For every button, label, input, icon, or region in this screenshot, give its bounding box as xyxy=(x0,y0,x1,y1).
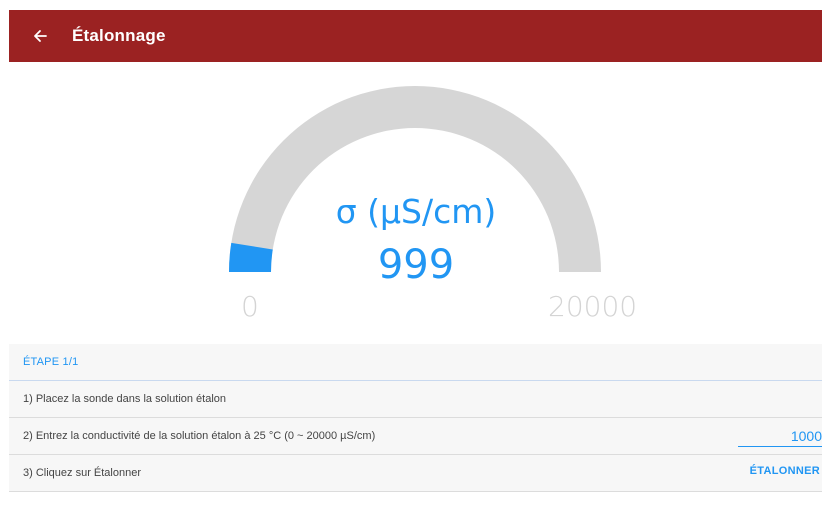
gauge-unit-label: σ (µS/cm) xyxy=(335,192,497,231)
step-row-2: 2) Entrez la conductivité de la solution… xyxy=(9,418,822,455)
step-row-3: 3) Cliquez sur Étalonner ÉTALONNER xyxy=(9,455,822,492)
app-bar: Étalonnage xyxy=(9,10,822,62)
conductivity-gauge: σ (µS/cm) 999 0 20000 xyxy=(0,62,822,342)
step-2-text: 2) Entrez la conductivité de la solution… xyxy=(23,430,376,442)
gauge-value: 999 xyxy=(377,242,455,288)
arrow-left-icon xyxy=(34,30,47,42)
step-header: ÉTAPE 1/1 xyxy=(9,344,822,381)
conductivity-input[interactable] xyxy=(738,426,822,447)
gauge-max-label: 20000 xyxy=(548,290,638,323)
step-3-text: 3) Cliquez sur Étalonner xyxy=(23,467,142,479)
step-row-1: 1) Placez la sonde dans la solution étal… xyxy=(9,381,822,418)
back-button[interactable] xyxy=(29,25,51,47)
calibrate-button[interactable]: ÉTALONNER xyxy=(750,465,820,477)
page-title: Étalonnage xyxy=(72,26,166,45)
step-1-text: 1) Placez la sonde dans la solution étal… xyxy=(23,393,227,405)
calibration-screen: Étalonnage σ (µS/cm) 999 0 20000 ÉTAPE 1… xyxy=(0,0,822,505)
gauge-min-label: 0 xyxy=(241,290,259,323)
calibration-steps: ÉTAPE 1/1 1) Placez la sonde dans la sol… xyxy=(9,344,822,492)
